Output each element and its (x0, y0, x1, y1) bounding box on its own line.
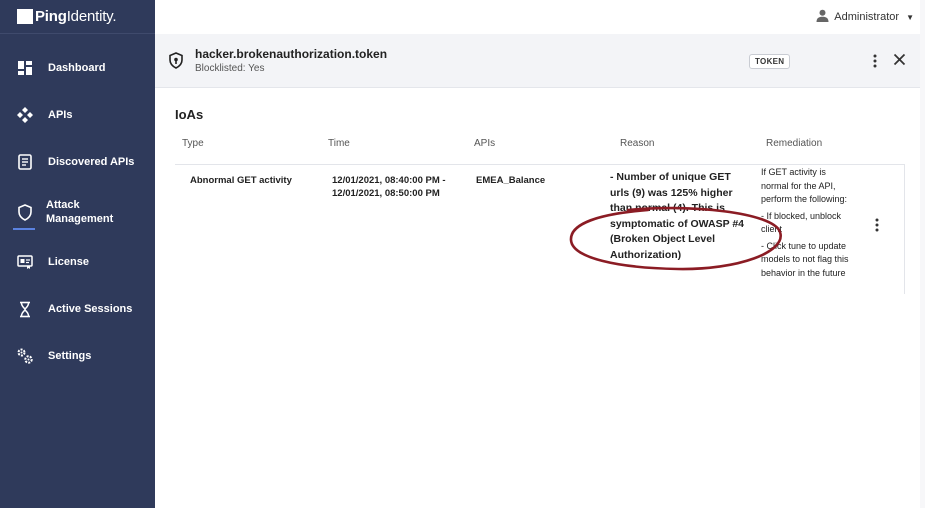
row-right-border (904, 164, 905, 294)
sidebar: PingIdentity. Dashboard APIs Discovered … (0, 0, 155, 508)
row-more-options-icon[interactable] (875, 218, 879, 237)
sidebar-item-label: Active Sessions (48, 303, 133, 315)
sidebar-item-discovered-apis[interactable]: Discovered APIs (0, 142, 155, 182)
sidebar-item-label: Attack Management (46, 199, 114, 225)
token-header: hacker.brokenauthorization.token Blockli… (155, 34, 925, 88)
sidebar-item-active-sessions[interactable]: Active Sessions (0, 289, 155, 329)
brand-logo[interactable]: PingIdentity. (0, 0, 155, 34)
license-icon (16, 253, 34, 271)
caret-down-icon: ▼ (906, 12, 914, 22)
dashboard-icon (16, 59, 34, 77)
shield-icon (16, 203, 34, 221)
user-menu[interactable]: Administrator ▼ (816, 9, 914, 25)
column-header-type[interactable]: Type (182, 138, 204, 149)
section-title: IoAs (175, 107, 204, 122)
column-header-time[interactable]: Time (328, 138, 350, 149)
column-header-reason[interactable]: Reason (620, 138, 654, 149)
close-icon[interactable] (893, 53, 906, 71)
brand-name-rest: Identity. (66, 8, 117, 25)
column-header-apis[interactable]: APIs (474, 138, 495, 149)
settings-icon (16, 347, 34, 365)
row-type: Abnormal GET activity (190, 175, 292, 186)
sidebar-item-label: Discovered APIs (48, 156, 135, 168)
annotation-oval (569, 206, 782, 271)
row-api: EMEA_Balance (476, 175, 546, 186)
sidebar-item-dashboard[interactable]: Dashboard (0, 48, 155, 88)
top-header: Administrator ▼ (155, 0, 925, 34)
discovered-apis-icon (16, 153, 34, 171)
token-status: Blocklisted: Yes (195, 63, 265, 74)
window-edge (920, 0, 925, 508)
user-icon (816, 9, 829, 25)
app-window: PingIdentity. Dashboard APIs Discovered … (0, 0, 925, 508)
header-divider (175, 164, 905, 165)
token-name: hacker.brokenauthorization.token (195, 47, 388, 61)
hourglass-icon (16, 300, 34, 318)
row-time: 12/01/2021, 08:40:00 PM - 12/01/2021, 08… (332, 175, 446, 199)
more-options-icon[interactable] (873, 54, 877, 73)
apis-icon (16, 106, 34, 124)
sidebar-item-apis[interactable]: APIs (0, 95, 155, 135)
sidebar-item-label: Settings (48, 350, 92, 362)
token-type-badge: TOKEN (749, 54, 791, 69)
sidebar-item-settings[interactable]: Settings (0, 336, 155, 376)
sidebar-item-attack-management[interactable]: Attack Management (0, 192, 155, 232)
sidebar-item-label: Dashboard (48, 62, 106, 74)
token-detail-panel: hacker.brokenauthorization.token Blockli… (155, 34, 925, 508)
sidebar-item-label: License (48, 256, 89, 268)
active-indicator (13, 228, 35, 230)
sidebar-item-label: APIs (48, 109, 73, 121)
shield-lock-icon (168, 52, 184, 74)
logo-square-icon (17, 9, 33, 24)
column-header-remediation[interactable]: Remediation (766, 138, 822, 149)
user-name: Administrator (834, 11, 900, 23)
brand-name-bold: Ping (35, 8, 67, 25)
sidebar-item-license[interactable]: License (0, 242, 155, 282)
